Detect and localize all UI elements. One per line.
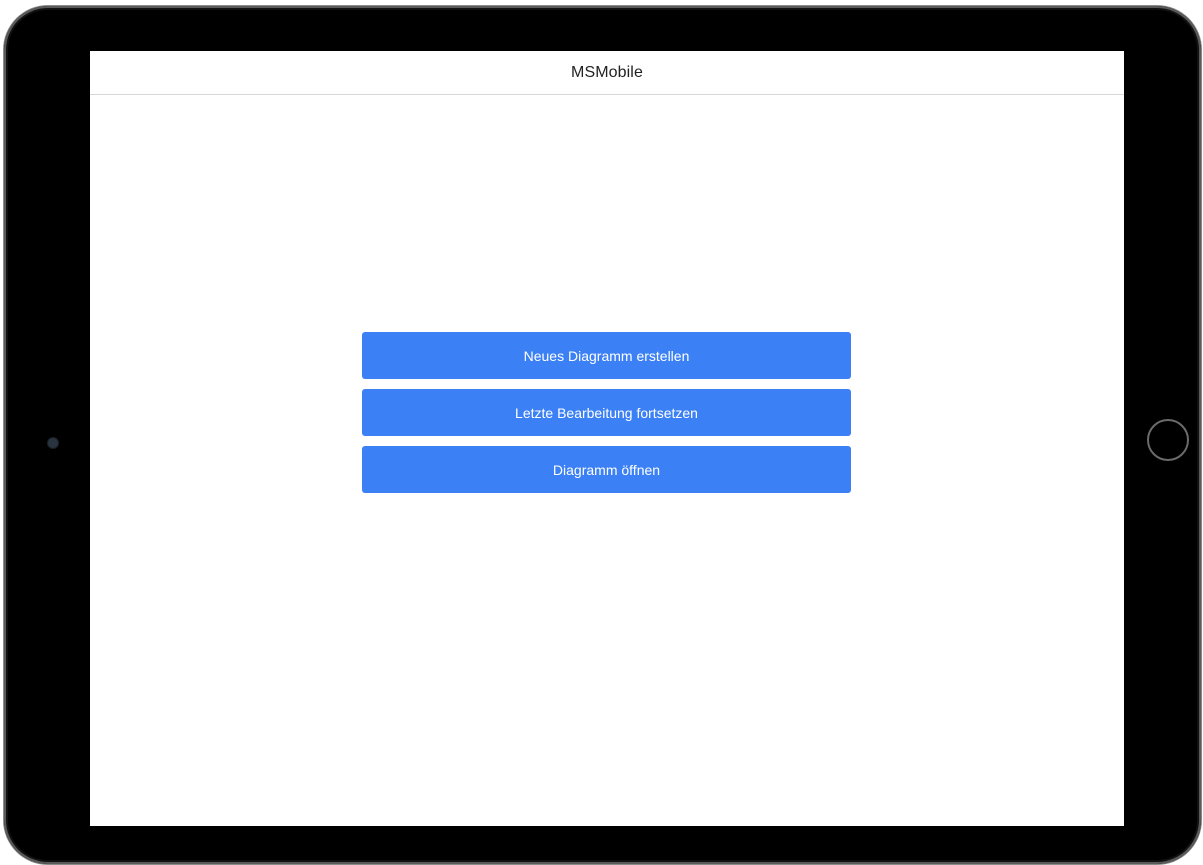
home-button[interactable] xyxy=(1147,419,1189,461)
app-screen: MSMobile Neues Diagramm erstellen Letzte… xyxy=(90,51,1124,826)
main-menu: Neues Diagramm erstellen Letzte Bearbeit… xyxy=(362,332,851,493)
app-header: MSMobile xyxy=(90,51,1124,95)
open-diagram-button[interactable]: Diagramm öffnen xyxy=(362,446,851,493)
camera-icon xyxy=(48,438,58,448)
new-diagram-button[interactable]: Neues Diagramm erstellen xyxy=(362,332,851,379)
continue-editing-button[interactable]: Letzte Bearbeitung fortsetzen xyxy=(362,389,851,436)
app-title: MSMobile xyxy=(571,63,643,81)
